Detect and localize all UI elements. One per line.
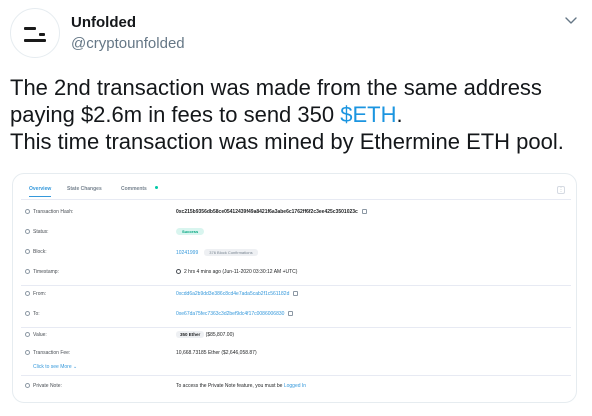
row-label: To:	[33, 311, 40, 317]
divider	[21, 375, 571, 376]
row-label: From:	[33, 291, 47, 297]
row-value-amount: Value: 350 Ether ($85,807.00)	[21, 328, 571, 348]
tweet-line: This time transaction was mined by Ether…	[10, 129, 564, 154]
row-status: Status: Success	[21, 226, 571, 246]
tweet-text-fragment: .	[396, 102, 403, 127]
tweet-text: The 2nd transaction was made from the sa…	[10, 74, 585, 155]
timestamp-value: 2 hrs 4 mins ago (Jun-11-2020 03:30:12 A…	[184, 269, 298, 275]
row-label: Transaction Hash:	[33, 209, 74, 215]
private-note-text: To access the Private Note feature, you …	[176, 383, 284, 389]
row-label: Block:	[33, 249, 47, 255]
question-circle-icon	[25, 229, 30, 234]
tweet-text-fragment: paying $2.6m in fees to send 350	[10, 102, 341, 127]
see-more-link[interactable]: Click to see More ⌄	[33, 364, 77, 370]
row-transaction-fee: Transaction Fee: 10,668.73185 Ether ($2,…	[21, 348, 571, 368]
clock-icon	[176, 269, 181, 275]
divider	[21, 285, 571, 286]
question-circle-icon	[25, 209, 30, 214]
block-number-link[interactable]: 10241999	[176, 250, 198, 256]
row-timestamp: Timestamp: 2 hrs 4 mins ago (Jun-11-2020…	[21, 266, 571, 286]
tx-hash-value: 0xc215b9356db58ce05412439f49a8421f6a3abe…	[176, 209, 358, 215]
status-badge: Success	[176, 228, 205, 235]
copy-icon[interactable]	[293, 291, 299, 297]
question-circle-icon	[25, 311, 30, 316]
tweet-line: The 2nd transaction was made from the sa…	[10, 75, 542, 100]
tab-comments[interactable]: Comments	[121, 186, 147, 192]
question-circle-icon	[25, 332, 30, 337]
more-menu-button[interactable]: ⋮	[557, 186, 565, 194]
row-block: Block: 10241999 376 Block Confirmations	[21, 246, 571, 266]
row-transaction-hash: Transaction Hash: 0xc215b9356db58ce05412…	[21, 206, 571, 226]
tweet-line: paying $2.6m in fees to send 350 $ETH.	[10, 101, 585, 128]
to-address-link[interactable]: 0xe67da75fec7363c3d2bef9dc4f17c008600683…	[176, 311, 284, 317]
row-private-note: Private Note: To access the Private Note…	[21, 377, 571, 397]
row-label: Private Note:	[33, 383, 62, 389]
question-circle-icon	[25, 350, 30, 355]
row-value: Success	[176, 228, 205, 235]
row-label: Transaction Fee:	[33, 350, 71, 356]
row-value: 0xe67da75fec7363c3d2bef9dc4f17c008600683…	[176, 311, 294, 317]
copy-icon[interactable]	[361, 209, 367, 215]
user-display-name[interactable]: Unfolded	[71, 14, 136, 31]
copy-icon[interactable]	[288, 311, 294, 317]
tweet-header: Unfolded @cryptounfolded	[0, 0, 592, 60]
row-from: From: 0xcdd6a2b9dd3e386c8cd4e7ada5cab2f1…	[21, 288, 571, 308]
logo-mark	[24, 27, 36, 30]
row-value: 0xcdd6a2b9dd3e386c8cd4e7ada5cab2f1c56118…	[176, 291, 299, 297]
fee-value: 10,668.73185 Ether ($2,646,058.87)	[176, 350, 257, 356]
row-label: Timestamp:	[33, 269, 59, 275]
row-value: 350 Ether ($85,807.00)	[176, 331, 234, 338]
from-address-link[interactable]: 0xcdd6a2b9dd3e386c8cd4e7ada5cab2f1c56118…	[176, 291, 289, 297]
usd-amount: ($85,807.00)	[205, 332, 235, 338]
row-label: Value:	[33, 332, 47, 338]
logo-mark	[24, 39, 46, 42]
chevron-down-icon[interactable]	[563, 12, 579, 28]
row-value: 0xc215b9356db58ce05412439f49a8421f6a3abe…	[176, 209, 367, 215]
logo-mark	[39, 33, 45, 36]
question-circle-icon	[25, 249, 30, 254]
row-value: To access the Private Note feature, you …	[176, 383, 306, 389]
question-circle-icon	[25, 383, 30, 388]
tab-state-changes[interactable]: State Changes	[67, 186, 102, 192]
new-indicator-dot	[155, 186, 158, 189]
eth-amount-badge: 350 Ether	[176, 331, 205, 338]
tab-overview[interactable]: Overview	[29, 186, 52, 197]
row-value: 10241999 376 Block Confirmations	[176, 249, 258, 256]
user-handle[interactable]: @cryptounfolded	[71, 35, 185, 52]
row-value: 2 hrs 4 mins ago (Jun-11-2020 03:30:12 A…	[176, 269, 297, 275]
question-circle-icon	[25, 291, 30, 296]
chevron-down-icon: ⌄	[73, 364, 78, 370]
row-to: To: 0xe67da75fec7363c3d2bef9dc4f17c00860…	[21, 308, 571, 328]
etherscan-screenshot-card[interactable]: Overview State Changes Comments ⋮ Transa…	[12, 173, 577, 403]
see-more-label: Click to see More	[33, 364, 72, 370]
avatar[interactable]	[10, 8, 60, 58]
etherscan-panel: Overview State Changes Comments ⋮ Transa…	[21, 178, 571, 396]
cashtag-link[interactable]: $ETH	[340, 102, 396, 127]
confirmations-badge: 376 Block Confirmations	[204, 249, 258, 256]
login-link[interactable]: Logged In	[284, 383, 306, 389]
question-circle-icon	[25, 269, 30, 274]
row-label: Status:	[33, 229, 49, 235]
tab-bar: Overview State Changes Comments ⋮	[21, 178, 571, 200]
